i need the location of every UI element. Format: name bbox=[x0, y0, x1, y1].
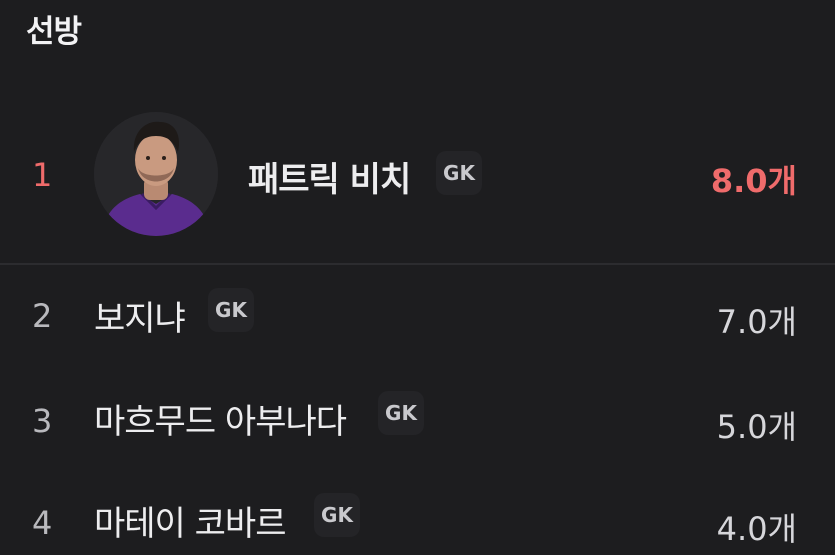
stat-value: 4.0개 bbox=[716, 510, 797, 548]
player-name[interactable]: 마흐무드 아부나다 bbox=[94, 394, 347, 443]
rank-number: 4 bbox=[32, 504, 53, 542]
player-avatar bbox=[94, 112, 218, 236]
position-badge: GK bbox=[436, 151, 482, 195]
player-name[interactable]: 보지냐 bbox=[94, 291, 186, 340]
rank-number: 2 bbox=[32, 297, 53, 335]
list-item[interactable]: 2 보지냐 GK 7.0개 bbox=[0, 265, 835, 365]
stat-value: 7.0개 bbox=[716, 303, 797, 341]
position-badge: GK bbox=[208, 288, 254, 332]
rank-number: 1 bbox=[32, 156, 53, 194]
stat-value: 8.0개 bbox=[710, 162, 797, 200]
list-item[interactable]: 1 패트릭 비치 GK 8.0개 bbox=[0, 0, 835, 262]
list-item[interactable]: 3 마흐무드 아부나다 GK 5.0개 bbox=[0, 370, 835, 470]
position-badge: GK bbox=[378, 391, 424, 435]
player-name[interactable]: 마테이 코바르 bbox=[94, 496, 286, 545]
list-item[interactable]: 4 마테이 코바르 GK 4.0개 bbox=[0, 478, 835, 555]
stat-value: 5.0개 bbox=[716, 408, 797, 446]
position-badge: GK bbox=[314, 493, 360, 537]
player-photo-avatar-icon bbox=[94, 112, 218, 236]
player-name[interactable]: 패트릭 비치 bbox=[248, 152, 411, 201]
rank-number: 3 bbox=[32, 402, 53, 440]
